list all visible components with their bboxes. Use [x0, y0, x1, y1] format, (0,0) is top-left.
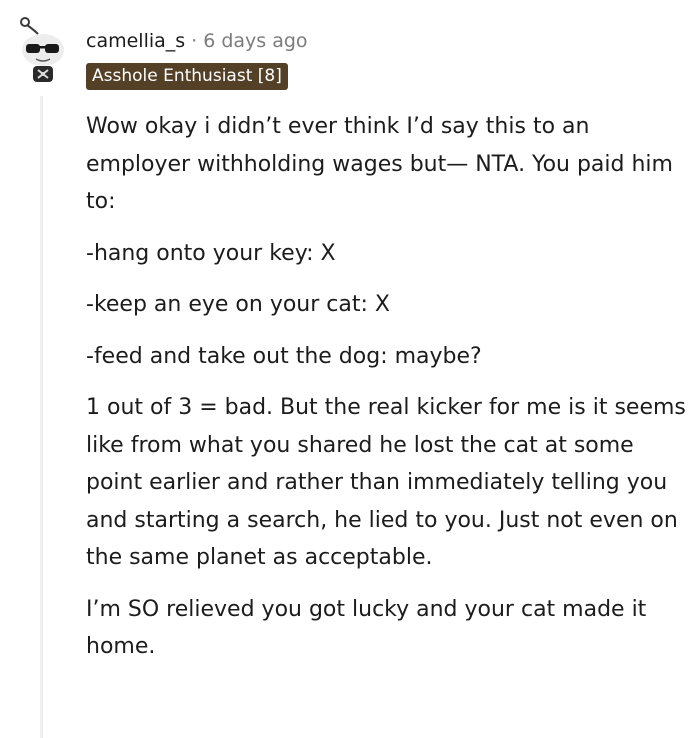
snoo-sunglasses-avatar-icon[interactable] — [16, 14, 68, 84]
user-flair-badge: Asshole Enthusiast [8] — [86, 63, 288, 90]
username-link[interactable]: camellia_s — [86, 30, 185, 52]
comment-paragraph: -keep an eye on your cat: X — [86, 292, 390, 317]
comment-paragraph: Wow okay i didn’t ever think I’d say thi… — [86, 114, 673, 214]
meta-separator: · — [191, 30, 198, 52]
timestamp-link[interactable]: 6 days ago — [203, 30, 307, 52]
comment-paragraph: I’m SO relieved you got lucky and your c… — [86, 596, 647, 660]
comment-meta: camellia_s · 6 days ago — [86, 28, 308, 54]
thread-collapse-line[interactable] — [40, 96, 43, 738]
comment-body: Wow okay i didn’t ever think I’d say thi… — [86, 108, 686, 680]
comment-paragraph: 1 out of 3 = bad. But the real kicker fo… — [86, 395, 686, 570]
comment-paragraph: -feed and take out the dog: maybe? — [86, 343, 482, 369]
comment-paragraph: -hang onto your key: X — [86, 240, 336, 266]
